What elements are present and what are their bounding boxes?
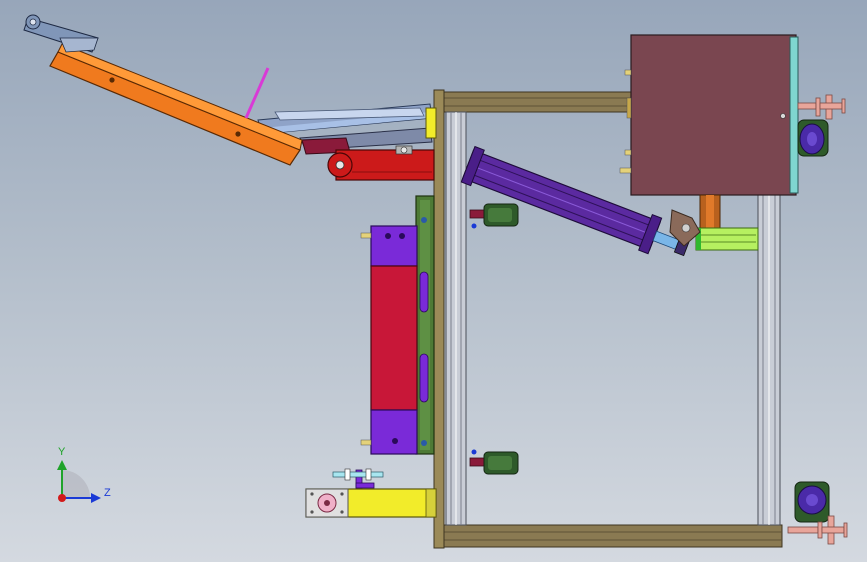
red-actuator-arm[interactable] (327, 145, 435, 181)
assembly-model-view[interactable]: Y Z (0, 0, 867, 562)
clamp-body[interactable] (370, 265, 418, 411)
green-mount-plate[interactable] (415, 195, 435, 455)
origin-marker (58, 494, 66, 502)
lower-caster-wheel[interactable] (794, 481, 830, 523)
motor-housing[interactable] (619, 34, 799, 196)
z-axis-label: Z (104, 487, 111, 499)
bumper-upper[interactable] (469, 203, 519, 229)
upper-caster-wheel[interactable] (797, 119, 829, 157)
view-orientation-triad[interactable]: Y Z (57, 446, 111, 503)
clamp-bottom-plate[interactable] (370, 409, 418, 455)
green-guide-block[interactable] (695, 227, 759, 251)
frame-top-rail[interactable] (439, 91, 633, 113)
slot-upper (419, 271, 429, 313)
sensor-bracket[interactable] (332, 468, 384, 489)
orange-lever[interactable] (49, 43, 303, 166)
y-axis-label: Y (58, 446, 66, 458)
triad-plane-icon (62, 470, 90, 498)
clamp-top-plate[interactable] (370, 225, 418, 267)
slide-bracket[interactable] (695, 194, 759, 251)
yellow-end-cap[interactable] (425, 107, 437, 139)
frame-bottom-rail[interactable] (439, 524, 783, 548)
frame-left-post[interactable] (433, 89, 445, 549)
cad-graphics-area[interactable]: Y Z (0, 0, 867, 562)
bumper-lower[interactable] (469, 449, 519, 475)
upper-leveling-foot[interactable] (797, 94, 846, 120)
pink-rod[interactable] (244, 67, 270, 119)
slot-lower (419, 353, 429, 403)
housing-side-flange[interactable] (789, 36, 799, 194)
clamp-block[interactable] (360, 225, 418, 455)
yellow-mount-block[interactable] (305, 488, 437, 518)
housing-box[interactable] (630, 34, 797, 196)
